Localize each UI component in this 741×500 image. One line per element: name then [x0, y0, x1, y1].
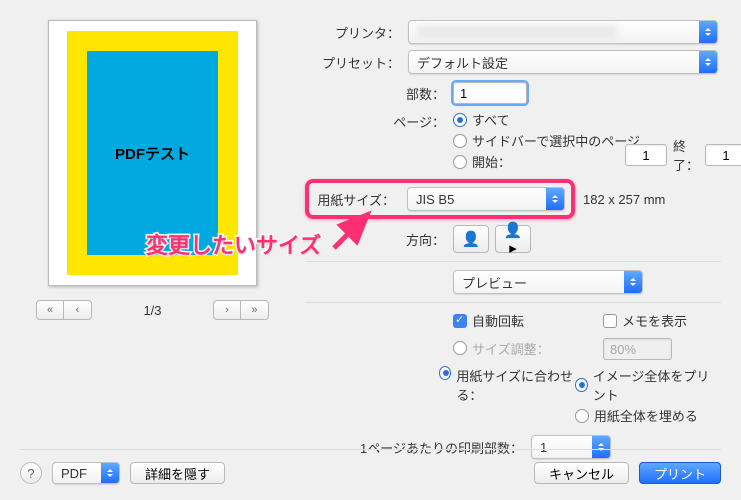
- fill-paper-label: 用紙全体を埋める: [594, 406, 698, 425]
- pdf-menu-label: PDF: [61, 466, 87, 481]
- printer-select[interactable]: [408, 20, 718, 44]
- print-image-label: イメージ全体をプリント: [593, 366, 721, 404]
- person-landscape-icon: 👤▸: [502, 221, 524, 257]
- fill-paper-radio[interactable]: [575, 409, 589, 423]
- fit-to-paper-radio[interactable]: [439, 366, 451, 380]
- print-button[interactable]: プリント: [639, 462, 721, 484]
- chevron-updown-icon: [546, 188, 564, 210]
- page-prev-button[interactable]: ‹: [64, 300, 92, 320]
- paper-size-value: JIS B5: [416, 192, 454, 207]
- auto-rotate-checkbox[interactable]: [453, 314, 467, 328]
- size-adjust-label: サイズ調整：: [472, 339, 550, 358]
- paper-size-select[interactable]: JIS B5: [407, 187, 565, 211]
- chevron-updown-icon: [699, 51, 717, 73]
- show-notes-label: メモを表示: [622, 311, 687, 330]
- page-first-button[interactable]: «: [36, 300, 64, 320]
- preset-select[interactable]: デフォルト設定: [408, 50, 718, 74]
- person-portrait-icon: 👤: [462, 230, 481, 248]
- page-last-button[interactable]: »: [241, 300, 269, 320]
- preset-value: デフォルト設定: [417, 53, 508, 72]
- paper-size-dims: 182 x 257 mm: [583, 192, 665, 207]
- paper-size-label: 用紙サイズ：: [315, 190, 395, 209]
- copies-label: 部数：: [305, 84, 445, 103]
- preset-label: プリセット：: [305, 53, 400, 72]
- page-next-button[interactable]: ›: [213, 300, 241, 320]
- pages-from-input[interactable]: [625, 144, 667, 166]
- pages-range-label: 開始：: [472, 152, 511, 171]
- orientation-landscape-button[interactable]: 👤▸: [495, 225, 531, 253]
- section-select[interactable]: プレビュー: [453, 270, 643, 294]
- pdf-menu[interactable]: PDF: [52, 462, 120, 484]
- show-notes-checkbox[interactable]: [603, 314, 617, 328]
- pages-sidebar-label: サイドバーで選択中のページ: [472, 131, 640, 150]
- pages-range-radio[interactable]: [453, 155, 467, 169]
- preview-doc-text: PDFテスト: [115, 143, 190, 164]
- print-image-radio[interactable]: [575, 378, 588, 392]
- annotation-text: 変更したいサイズ: [146, 228, 321, 260]
- cancel-button[interactable]: キャンセル: [534, 462, 629, 484]
- chevron-updown-icon: [624, 271, 642, 293]
- pages-all-label: すべて: [472, 110, 510, 129]
- pages-sidebar-radio[interactable]: [453, 134, 467, 148]
- preview-column: PDFテスト « ‹ 1/3 › » 変更したいサイズ: [20, 20, 285, 465]
- chevron-down-icon: [101, 463, 119, 483]
- page-indicator: 1/3: [143, 303, 161, 318]
- pages-to-input[interactable]: [705, 144, 741, 166]
- help-button[interactable]: ?: [20, 462, 42, 484]
- orientation-portrait-button[interactable]: 👤: [453, 225, 489, 253]
- pages-label: ページ：: [305, 110, 445, 131]
- hide-details-button[interactable]: 詳細を隠す: [130, 462, 225, 484]
- chevron-updown-icon: [699, 21, 717, 43]
- printer-label: プリンタ：: [305, 23, 400, 42]
- copies-input[interactable]: [453, 82, 527, 104]
- auto-rotate-label: 自動回転: [472, 311, 524, 330]
- printer-value-redacted: [417, 25, 617, 39]
- pages-all-radio[interactable]: [453, 113, 467, 127]
- help-icon: ?: [27, 466, 34, 481]
- fit-to-paper-label: 用紙サイズに合わせる：: [456, 366, 575, 404]
- section-value: プレビュー: [462, 273, 527, 292]
- pages-to-label: 終了：: [673, 136, 699, 174]
- footer-bar: ? PDF 詳細を隠す キャンセル プリント: [20, 449, 721, 484]
- size-adjust-radio[interactable]: [453, 341, 467, 355]
- paper-size-highlight: 用紙サイズ： JIS B5: [305, 179, 575, 219]
- size-adjust-input: [603, 338, 672, 360]
